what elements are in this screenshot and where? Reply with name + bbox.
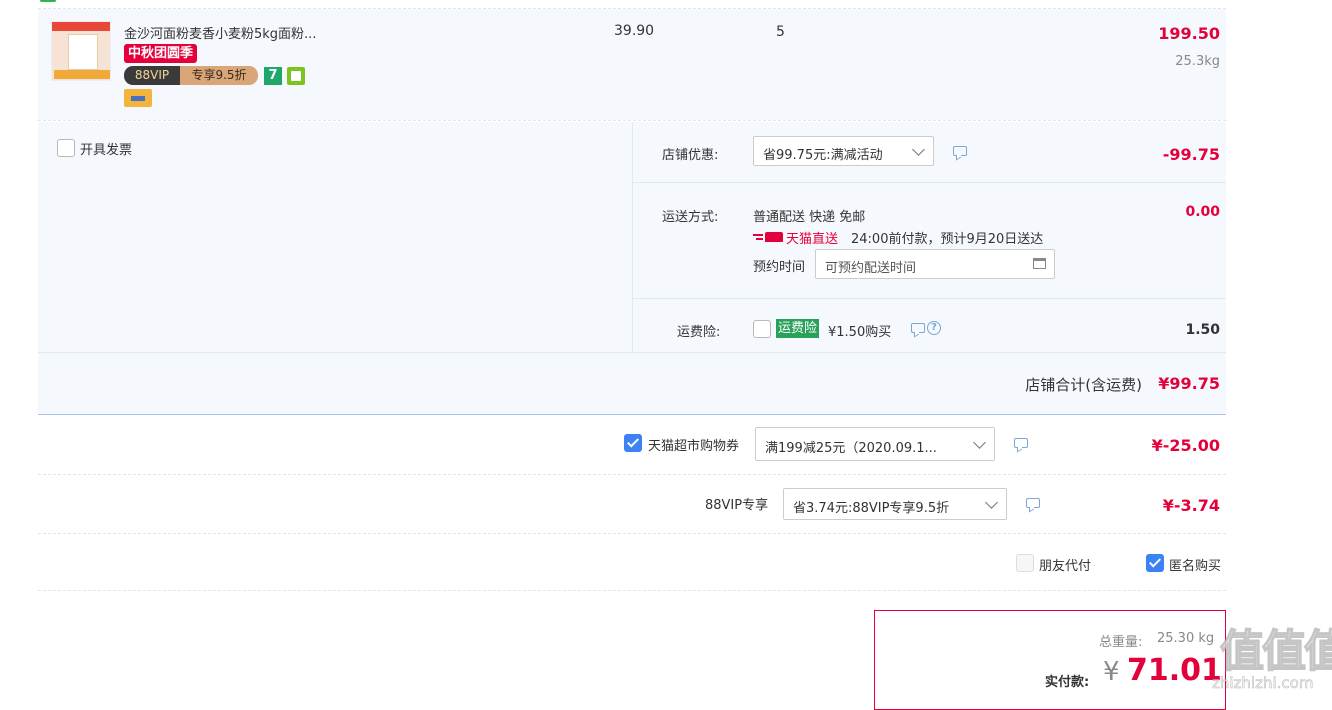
shop-discount-select-value: 省99.75元:满减活动	[763, 148, 883, 163]
total-weight-value: 25.30 kg	[1157, 631, 1215, 646]
shop-discount-amount: -99.75	[1162, 145, 1220, 164]
appointment-time-input[interactable]: 可预约配送时间	[815, 249, 1055, 279]
promo-tag: 中秋团圆季	[124, 44, 198, 63]
tmall-cat-icon-line	[753, 234, 763, 236]
product-title[interactable]: 金沙河面粉麦香小麦粉5kg面粉...	[124, 23, 316, 42]
thumbnail-footer	[54, 70, 110, 79]
calendar-icon[interactable]	[1033, 258, 1046, 269]
insurance-amount: 1.50	[1185, 322, 1220, 338]
divider	[38, 590, 1226, 591]
currency-symbol: ¥	[1103, 657, 1120, 687]
seven-day-return-icon: 7	[264, 67, 282, 85]
appointment-time-placeholder: 可预约配送时间	[825, 261, 917, 276]
insurance-price: ¥1.50购买	[828, 325, 892, 340]
watermark-url: zhizhizhi.com	[1212, 674, 1314, 693]
quantity: 5	[776, 24, 785, 40]
card-payment-icon-stripe	[131, 96, 145, 101]
shop-total-amount: ¥99.75	[1158, 374, 1220, 393]
coupon-checkbox[interactable]	[624, 434, 642, 452]
guarantee-icon	[287, 67, 305, 85]
order-options-panel: 开具发票 店铺优惠: 省99.75元:满减活动 -99.75 运送方式: 普通配…	[38, 122, 1226, 414]
comment-icon[interactable]	[911, 323, 925, 333]
thumbnail-bag	[68, 34, 98, 70]
anonymous-label: 匿名购买	[1169, 559, 1222, 574]
row-select-checkbox[interactable]	[40, 0, 56, 2]
insurance-badge: 运费险	[776, 319, 820, 338]
subtotal: 199.50	[1158, 24, 1220, 43]
tmall-cat-icon-line	[756, 238, 763, 240]
row-separator	[633, 298, 1226, 299]
card-payment-icon	[124, 89, 152, 107]
divider	[38, 120, 1226, 121]
comment-icon[interactable]	[953, 146, 967, 156]
appointment-label: 预约时间	[753, 260, 806, 275]
payment-summary-box: 总重量: 25.30 kg 实付款: ¥ 71.01	[874, 610, 1226, 710]
watermark-logo: 值值值	[1219, 625, 1332, 678]
coupon-label: 天猫超市购物券	[648, 439, 740, 454]
insurance-checkbox[interactable]	[753, 320, 771, 338]
anonymous-checkbox[interactable]	[1146, 554, 1164, 572]
chevron-down-icon	[985, 496, 998, 509]
divider	[38, 533, 1226, 534]
product-thumbnail[interactable]	[51, 21, 111, 81]
help-icon[interactable]: ?	[927, 321, 941, 335]
friend-pay-checkbox[interactable]	[1016, 554, 1034, 572]
shop-discount-label: 店铺优惠:	[662, 148, 719, 163]
total-weight-label: 总重量:	[1099, 635, 1143, 650]
delivery-note: 24:00前付款，预计9月20日送达	[851, 232, 1044, 247]
shop-total-label: 店铺合计(含运费)	[1025, 376, 1142, 394]
shipping-method: 普通配送 快递 免邮	[753, 210, 866, 225]
row-separator	[633, 182, 1226, 183]
comment-icon[interactable]	[1026, 498, 1040, 508]
vip-select[interactable]: 省3.74元:88VIP专享9.5折	[783, 488, 1007, 520]
comment-icon[interactable]	[1014, 438, 1028, 448]
tmall-cat-icon-body	[765, 232, 783, 242]
vip-discount: 专享9.5折	[180, 66, 258, 85]
unit-price: 39.90	[614, 23, 655, 39]
invoice-checkbox[interactable]	[57, 139, 75, 157]
row-separator	[38, 352, 1226, 353]
panel-bottom-border	[38, 414, 1226, 415]
insurance-label: 运费险:	[677, 325, 721, 340]
coupon-amount: ¥-25.00	[1151, 436, 1220, 455]
product-row: 金沙河面粉麦香小麦粉5kg面粉... 中秋团圆季 88VIP 专享9.5折 7 …	[38, 9, 1226, 120]
coupon-select-value: 满199减25元（2020.09.1...	[765, 441, 937, 456]
vip-tag: 88VIP 专享9.5折	[124, 66, 258, 85]
invoice-label: 开具发票	[80, 143, 133, 158]
divider	[38, 474, 1226, 475]
chevron-down-icon	[912, 143, 925, 156]
vip-select-value: 省3.74元:88VIP专享9.5折	[793, 501, 950, 516]
chevron-down-icon	[973, 436, 986, 449]
shipping-amount: 0.00	[1185, 204, 1220, 220]
column-separator	[632, 122, 633, 352]
shop-discount-select[interactable]: 省99.75元:满减活动	[753, 136, 934, 166]
tmall-cat-icon	[753, 230, 783, 242]
pay-label: 实付款:	[1045, 675, 1090, 690]
vip-row-label: 88VIP专享	[705, 498, 769, 513]
vip-amount: ¥-3.74	[1162, 496, 1220, 515]
coupon-select[interactable]: 满199减25元（2020.09.1...	[755, 427, 995, 461]
weight: 25.3kg	[1175, 54, 1220, 69]
shipping-label: 运送方式:	[662, 210, 719, 225]
guarantee-icon-inner	[291, 71, 301, 81]
pay-amount: 71.01	[1127, 653, 1222, 688]
thumbnail-header	[52, 22, 110, 31]
tmall-direct-label: 天猫直送	[786, 232, 839, 247]
vip-label: 88VIP	[124, 66, 180, 85]
friend-pay-label: 朋友代付	[1039, 559, 1092, 574]
